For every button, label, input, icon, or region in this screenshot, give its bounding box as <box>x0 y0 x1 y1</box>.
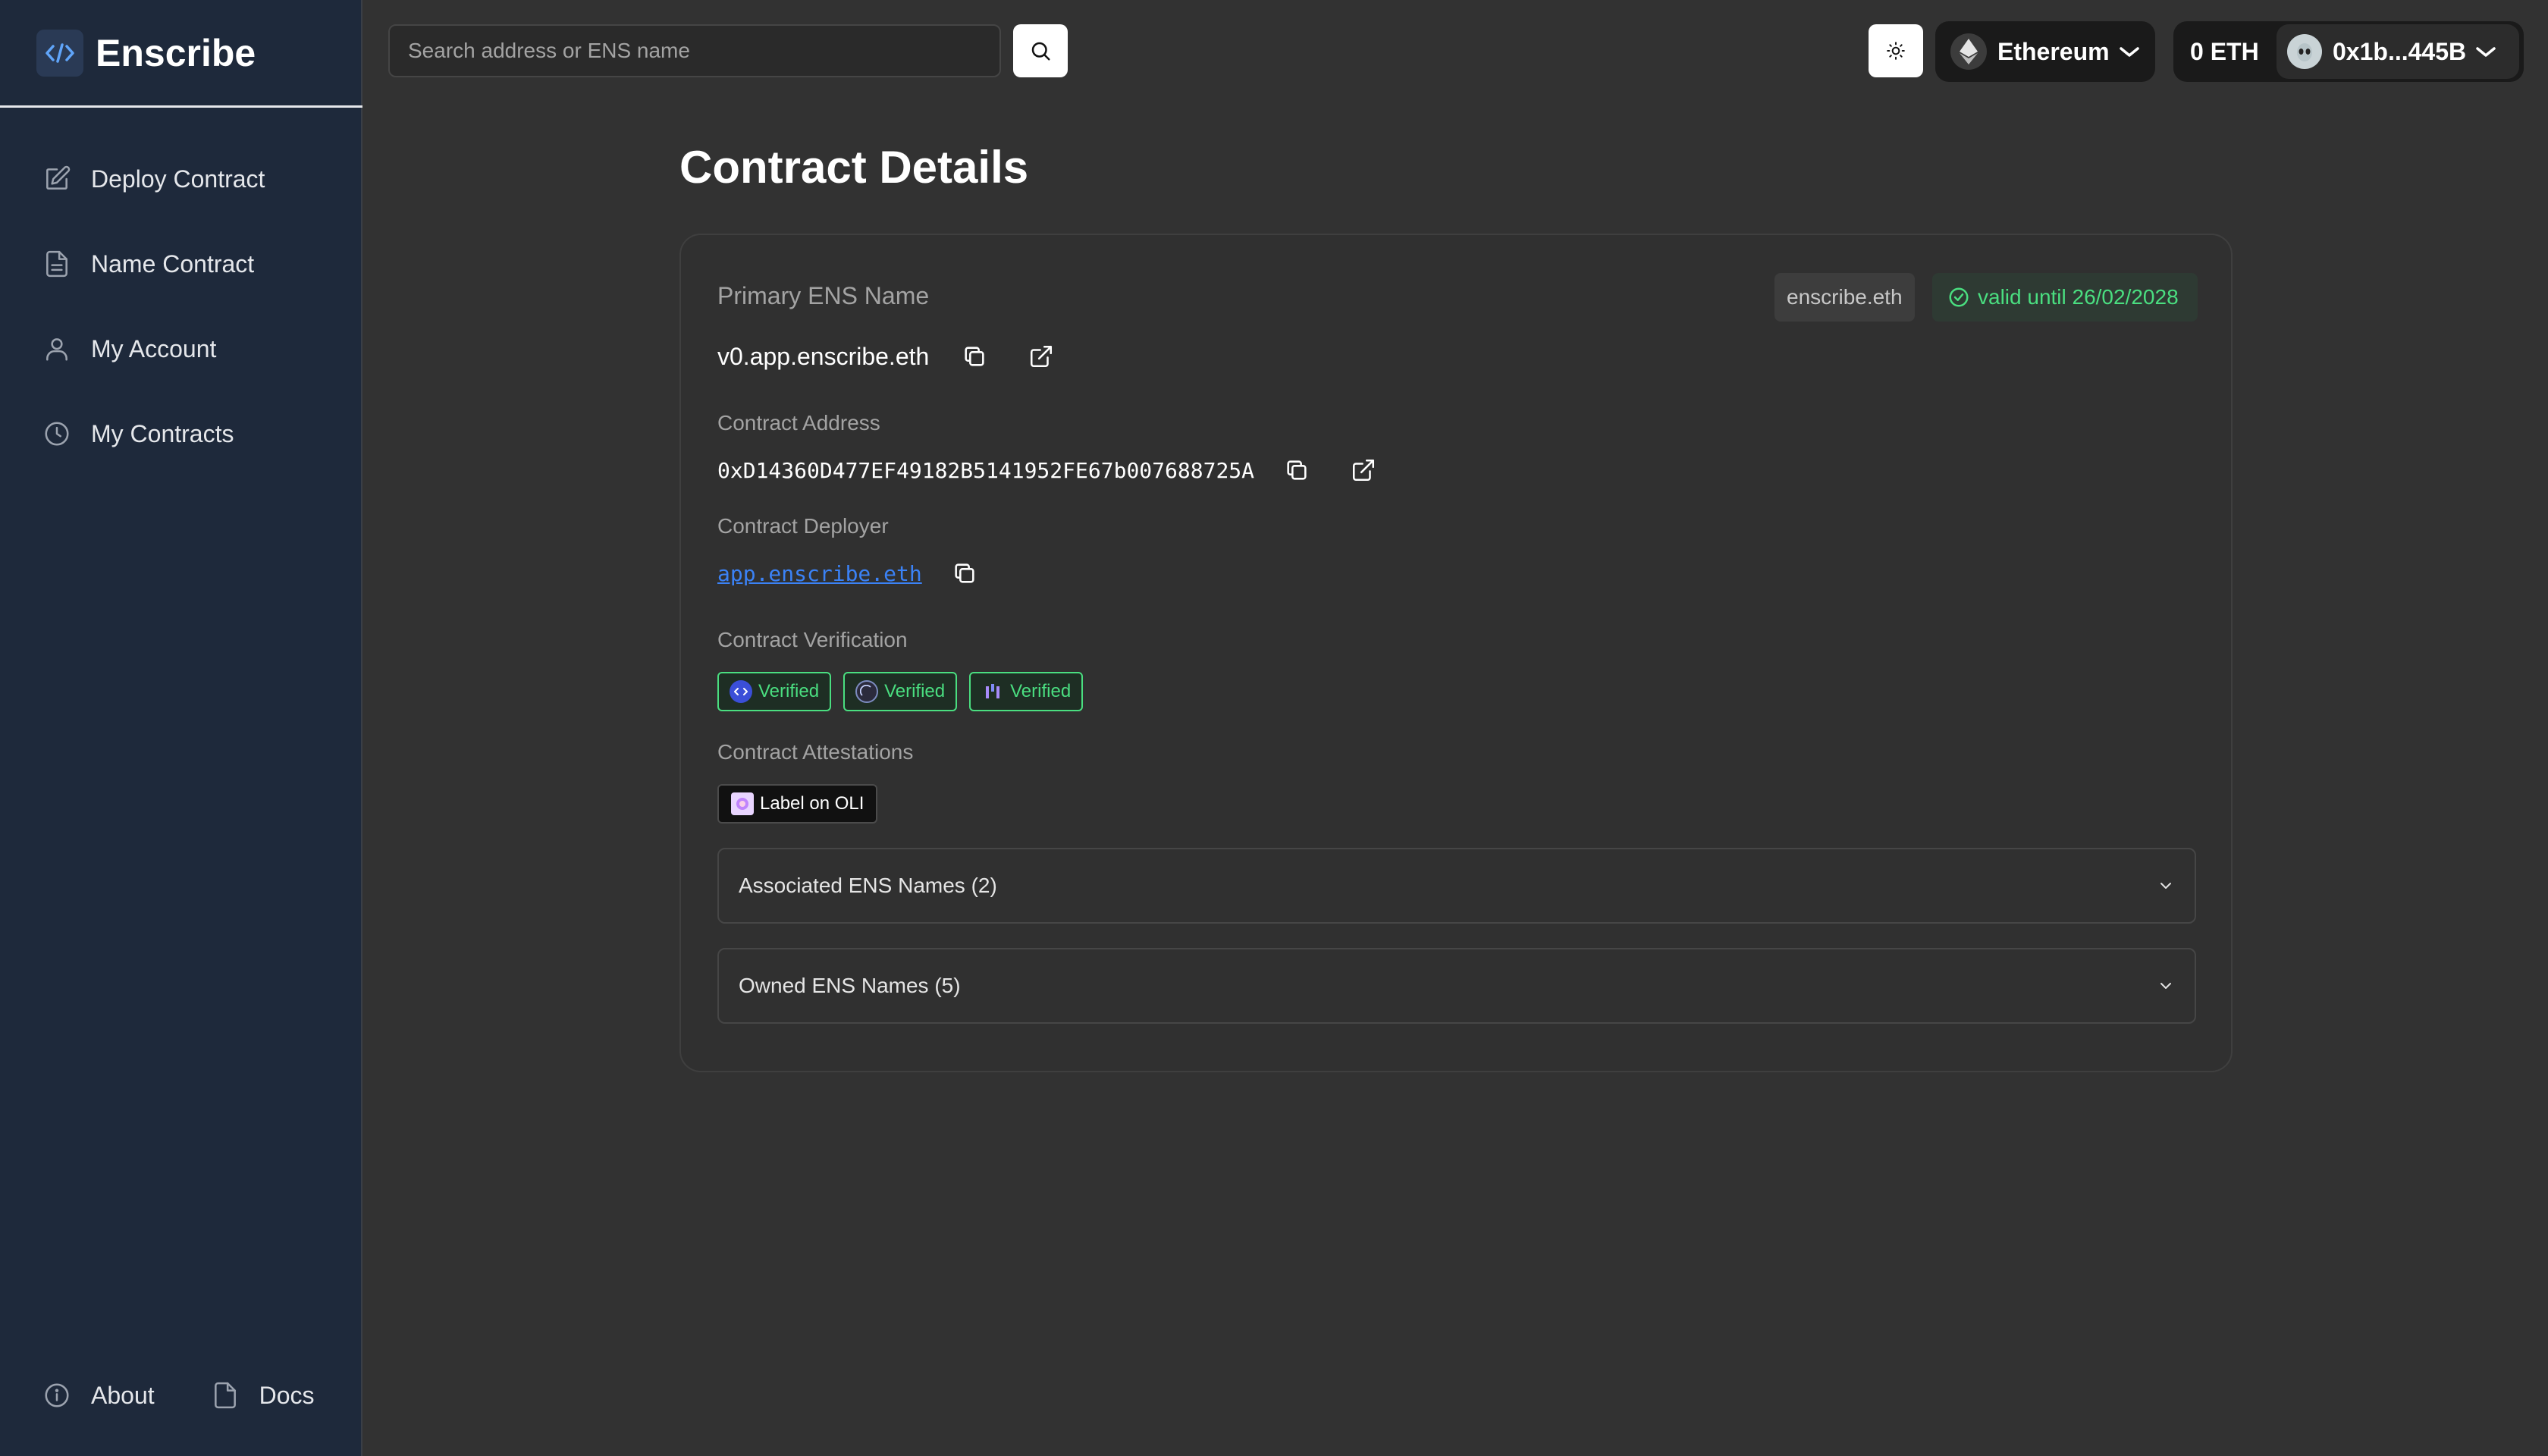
oli-label-badge[interactable]: Label on OLI <box>717 784 878 824</box>
accordion-label: Associated ENS Names (2) <box>739 874 997 897</box>
eth-balance: 0 ETH <box>2190 37 2259 65</box>
check-circle-icon <box>1949 287 1969 307</box>
verification-badges: Verified Verified Verified <box>717 672 1095 711</box>
pencil-square-icon <box>46 165 71 190</box>
badge-label: Verified <box>758 681 820 701</box>
contract-deployer-row: app.enscribe.eth <box>717 558 980 588</box>
oli-icon <box>731 792 754 815</box>
sun-icon <box>1887 42 1905 60</box>
network-name: Ethereum <box>1997 37 2110 65</box>
contract-address-label: Contract Address <box>717 411 880 435</box>
sidebar-item-label: Name Contract <box>91 249 255 278</box>
document-icon <box>46 250 67 278</box>
primary-ens-row: v0.app.enscribe.eth <box>717 341 1056 372</box>
about-link[interactable]: About <box>42 1381 155 1410</box>
contract-address-value: 0xD14360D477EF49182B5141952FE67b00768872… <box>717 457 1255 483</box>
sidebar-item-my-account[interactable]: My Account <box>0 306 362 391</box>
info-icon <box>45 1383 69 1407</box>
ethereum-icon <box>1950 33 1987 70</box>
sourcify-icon <box>730 680 752 703</box>
docs-label: Docs <box>259 1381 315 1409</box>
owned-ens-names-accordion[interactable]: Owned ENS Names (5) <box>717 948 2196 1024</box>
primary-ens-value: v0.app.enscribe.eth <box>717 342 930 370</box>
chevron-down-icon <box>2476 47 2496 57</box>
page-title: Contract Details <box>679 142 1029 193</box>
etherscan-verified-badge[interactable]: Verified <box>843 672 958 711</box>
validity-badge: valid until 26/02/2028 <box>1932 273 2198 322</box>
sidebar-item-label: My Account <box>91 334 217 362</box>
badge-label: Verified <box>1010 681 1072 701</box>
associated-ens-names-accordion[interactable]: Associated ENS Names (2) <box>717 848 2196 924</box>
code-icon <box>36 29 83 77</box>
file-icon <box>214 1382 236 1409</box>
copy-icon[interactable] <box>1282 455 1312 485</box>
validity-text: valid until 26/02/2028 <box>1978 285 2179 309</box>
sidebar-footer: About Docs <box>0 1365 362 1426</box>
contract-attestations-label: Contract Attestations <box>717 740 914 764</box>
primary-ens-label: Primary ENS Name <box>717 282 930 309</box>
contract-deployer-label: Contract Deployer <box>717 514 889 538</box>
blockscout-icon <box>981 680 1004 703</box>
chevron-down-icon <box>2160 883 2171 889</box>
search-icon <box>1031 42 1050 61</box>
sourcify-verified-badge[interactable]: Verified <box>717 672 832 711</box>
sidebar-item-my-contracts[interactable]: My Contracts <box>0 391 362 476</box>
contract-address-row: 0xD14360D477EF49182B5141952FE67b00768872… <box>717 455 1379 485</box>
about-label: About <box>91 1381 155 1409</box>
sidebar-nav: Deploy Contract Name Contract My Account… <box>0 136 362 476</box>
avatar <box>2287 34 2322 69</box>
theme-toggle-button[interactable] <box>1869 24 1923 77</box>
search-placeholder: Search address or ENS name <box>408 39 690 62</box>
account-button[interactable]: 0x1b...445B <box>2277 24 2519 79</box>
brand[interactable]: Enscribe <box>0 0 362 108</box>
account-address: 0x1b...445B <box>2333 37 2467 65</box>
sidebar: Enscribe Deploy Contract Name Contract M… <box>0 0 362 1456</box>
external-link-icon[interactable] <box>1026 341 1056 372</box>
external-link-icon[interactable] <box>1348 455 1379 485</box>
search-input[interactable]: Search address or ENS name <box>388 24 1001 77</box>
contract-details-card: Primary ENS Name enscribe.eth valid unti… <box>679 234 2233 1072</box>
deployer-link[interactable]: app.enscribe.eth <box>717 561 922 586</box>
blockscout-verified-badge[interactable]: Verified <box>969 672 1084 711</box>
sidebar-item-label: Deploy Contract <box>91 165 265 193</box>
docs-link[interactable]: Docs <box>211 1381 315 1410</box>
copy-icon[interactable] <box>959 341 990 372</box>
sidebar-item-name-contract[interactable]: Name Contract <box>0 221 362 306</box>
sidebar-item-deploy-contract[interactable]: Deploy Contract <box>0 136 362 221</box>
chevron-down-icon <box>2119 47 2139 57</box>
badge-label: Verified <box>884 681 946 701</box>
network-selector[interactable]: Ethereum <box>1935 21 2155 82</box>
wallet-widget: 0 ETH 0x1b...445B <box>2173 21 2524 82</box>
etherscan-icon <box>855 680 879 703</box>
accordion-label: Owned ENS Names (5) <box>739 974 961 997</box>
contract-verification-label: Contract Verification <box>717 628 908 651</box>
search-button[interactable] <box>1013 24 1068 77</box>
sidebar-item-label: My Contracts <box>91 419 234 447</box>
user-icon <box>46 338 67 361</box>
app-name: Enscribe <box>96 31 256 74</box>
chevron-down-icon <box>2160 983 2171 989</box>
clock-icon <box>45 422 69 446</box>
oli-label-text: Label on OLI <box>760 793 864 814</box>
copy-icon[interactable] <box>949 558 980 588</box>
ens-name-tag: enscribe.eth <box>1774 273 1915 322</box>
